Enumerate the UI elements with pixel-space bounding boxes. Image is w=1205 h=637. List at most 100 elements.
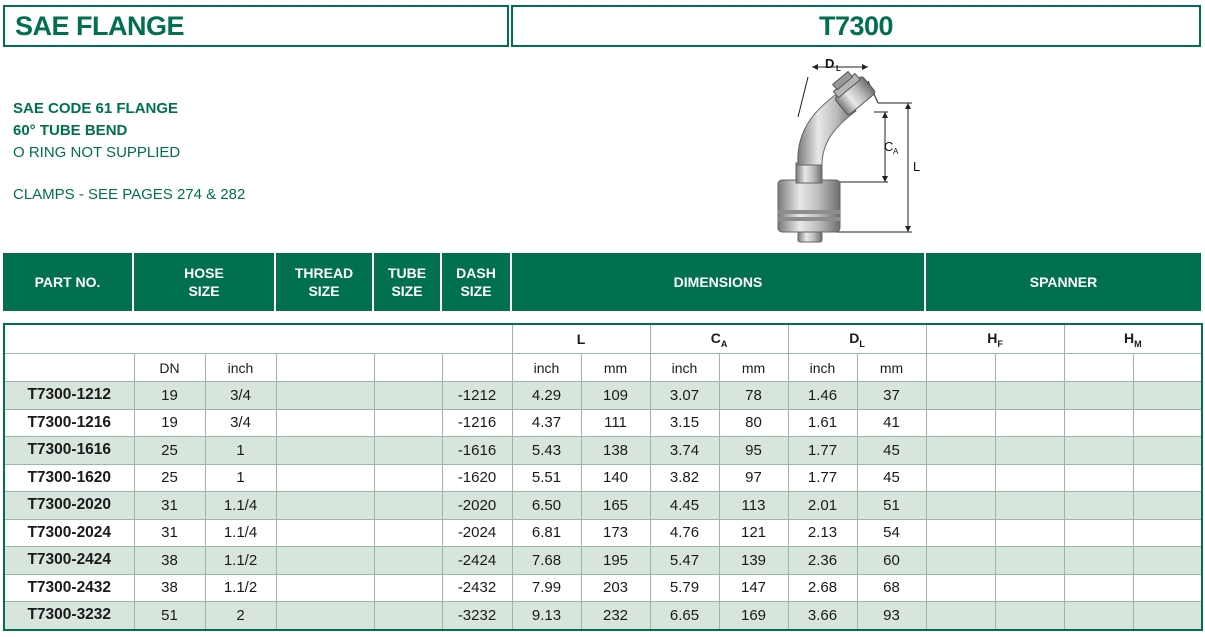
cell-thread-size [275,436,375,465]
cell-tube-size [373,381,443,410]
cell-inch: 1.1/2 [204,573,277,602]
cell-l-mm: 140 [580,463,651,492]
cell-l-inch: 6.81 [511,518,582,547]
cell-l-inch: 6.50 [511,491,582,520]
cell-dl-inch: 2.13 [787,518,858,547]
cell-thread-size [275,463,375,492]
cell-dl-mm: 51 [856,491,927,520]
cell-spanner-hf [994,491,1065,520]
cell-dn: 51 [133,601,206,630]
description-line-oring: O RING NOT SUPPLIED [13,144,181,161]
cell-dn: 19 [133,381,206,410]
cell-spanner-hm [1132,436,1203,465]
cell-part-no: T7300-1616 [3,436,135,465]
cell-inch: 1 [204,436,277,465]
cell-part-no: T7300-1620 [3,463,135,492]
diagram-dl-label: D [825,56,834,71]
fitting-diagram: D L C A L [777,56,920,243]
description-line-flange: SAE CODE 61 FLANGE [13,100,179,117]
cell-thread-size [275,573,375,602]
cell-dl-inch: 1.46 [787,381,858,410]
group-header-row: L CA DL HF HM [3,323,1203,354]
cell-l-mm: 173 [580,518,651,547]
subheader-dl-inch: inch [787,353,858,382]
cell-l-mm: 111 [580,408,651,437]
group-l: L [511,323,651,354]
cell-part-no: T7300-1212 [3,381,135,410]
cell-dn: 31 [133,491,206,520]
cell-ca-inch: 5.79 [649,573,720,602]
subheader-dl-mm: mm [856,353,927,382]
cell-spanner-hm [1063,408,1134,437]
cell-ca-inch: 5.47 [649,546,720,575]
specs-table: L CA DL HF HM DN inch inch mm inch mm in… [3,323,1203,631]
cell-ca-inch: 3.74 [649,436,720,465]
cell-thread-size [275,408,375,437]
table-row: T7300-3232 51 2 -3232 9.13 232 6.65 169 3.66 93 [3,601,1203,630]
cell-thread-size [275,518,375,547]
header-thread-size: THREAD SIZE [274,253,373,311]
cell-dash-size: -2024 [441,518,513,547]
cell-spanner-hf [994,601,1065,630]
cell-spanner-hm [1132,518,1203,547]
cell-part-no: T7300-3232 [3,601,135,630]
cell-ca-inch: 6.65 [649,601,720,630]
cell-dl-mm: 41 [856,408,927,437]
cell-dl-inch: 2.36 [787,546,858,575]
table-header-band: PART NO. HOSE SIZE THREAD SIZE TUBE SIZE DA… [3,253,1201,311]
cell-l-inch: 9.13 [511,601,582,630]
cell-dl-inch: 2.01 [787,491,858,520]
cell-l-mm: 203 [580,573,651,602]
cell-l-inch: 7.68 [511,546,582,575]
cell-ca-inch: 4.76 [649,518,720,547]
cell-spanner-hm [1132,573,1203,602]
cell-spanner-hf [925,518,996,547]
description-line-clamps: CLAMPS - SEE PAGES 274 & 282 [13,186,246,203]
cell-dn: 25 [133,463,206,492]
subheader-inch: inch [204,353,277,382]
cell-dl-inch: 1.77 [787,436,858,465]
cell-dash-size: -1620 [441,463,513,492]
product-code-title: T7300 [511,5,1201,47]
cell-spanner-hf [925,601,996,630]
cell-dash-size: -2424 [441,546,513,575]
group-ca: CA [649,323,789,354]
cell-spanner-hm [1132,408,1203,437]
cell-dash-size: -1616 [441,436,513,465]
cell-dash-size: -1212 [441,381,513,410]
cell-ca-mm: 113 [718,491,789,520]
cell-spanner-hm [1063,463,1134,492]
cell-part-no: T7300-2024 [3,518,135,547]
cell-spanner-hf [925,408,996,437]
cell-thread-size [275,601,375,630]
table-row: T7300-1212 19 3/4 -1212 4.29 109 3.07 78 1.46 37 [3,381,1203,410]
cell-dash-size: -1216 [441,408,513,437]
cell-spanner-hm [1063,573,1134,602]
cell-tube-size [373,546,443,575]
subheader-dn: DN [133,353,206,382]
cell-tube-size [373,573,443,602]
group-dl: DL [787,323,927,354]
diagram-dl-sub: L [836,64,841,73]
cell-ca-inch: 3.82 [649,463,720,492]
cell-part-no: T7300-2432 [3,573,135,602]
cell-l-mm: 195 [580,546,651,575]
cell-dl-mm: 54 [856,518,927,547]
cell-ca-mm: 95 [718,436,789,465]
cell-dn: 25 [133,436,206,465]
cell-dl-mm: 68 [856,573,927,602]
cell-dl-inch: 1.77 [787,463,858,492]
title-bar: SAE FLANGE T7300 [3,5,1201,51]
cell-spanner-hf [925,573,996,602]
cell-spanner-hm [1132,381,1203,410]
table-row: T7300-1616 25 1 -1616 5.43 138 3.74 95 1.77 45 [3,436,1203,465]
cell-l-mm: 232 [580,601,651,630]
description-line-bend: 60° TUBE BEND [13,122,128,139]
cell-spanner-hf [925,546,996,575]
cell-spanner-hm [1063,381,1134,410]
cell-inch: 2 [204,601,277,630]
header-dimensions: DIMENSIONS [510,253,925,311]
subheader-row: DN inch inch mm inch mm inch mm [3,353,1203,382]
cell-dl-mm: 93 [856,601,927,630]
cell-tube-size [373,408,443,437]
